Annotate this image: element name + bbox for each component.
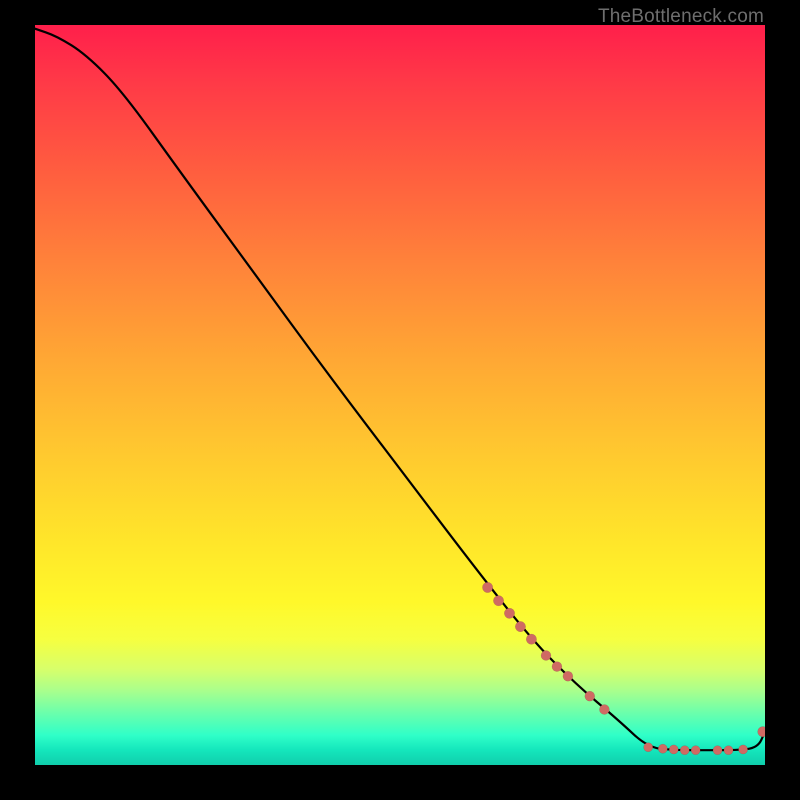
bottleneck-curve [35, 29, 765, 751]
sample-dot [515, 621, 525, 631]
sample-dot [563, 671, 573, 681]
sample-dot [669, 745, 678, 754]
sample-dot [658, 744, 667, 753]
sample-dot [585, 691, 595, 701]
sample-dot [691, 746, 700, 755]
sample-dot [739, 745, 748, 754]
sample-dot [493, 596, 503, 606]
sample-dot [552, 662, 562, 672]
plot-area [35, 25, 765, 765]
sample-dots [482, 582, 765, 755]
sample-dot [758, 727, 765, 737]
sample-dot [526, 634, 536, 644]
sample-dot [541, 650, 551, 660]
sample-dot [724, 746, 733, 755]
curve-svg [35, 25, 765, 765]
sample-dot [680, 746, 689, 755]
sample-dot [504, 608, 514, 618]
chart-stage: TheBottleneck.com [0, 0, 800, 800]
sample-dot [644, 743, 653, 752]
sample-dot [713, 746, 722, 755]
sample-dot [599, 705, 609, 715]
sample-dot [482, 582, 492, 592]
